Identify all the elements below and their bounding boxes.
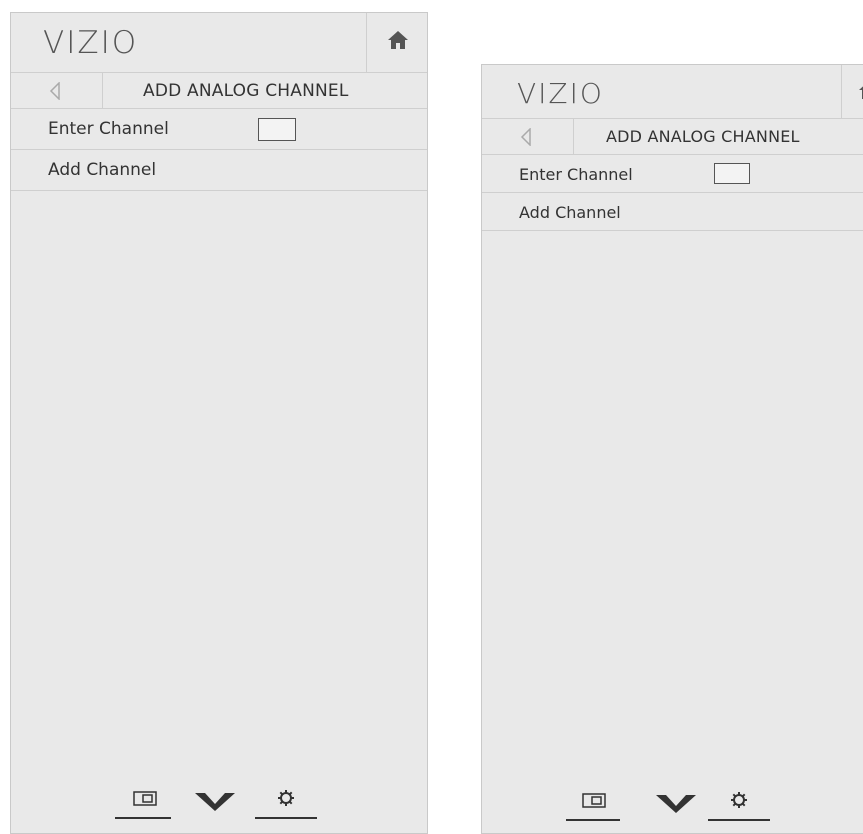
vizio-v-button[interactable] bbox=[189, 783, 241, 823]
nav-row: ADD ANALOG CHANNEL bbox=[11, 73, 427, 109]
back-button[interactable] bbox=[11, 73, 103, 108]
channel-input[interactable] bbox=[714, 163, 750, 184]
menu-item-add-channel[interactable]: Add Channel bbox=[482, 193, 863, 231]
home-icon bbox=[859, 86, 863, 99]
back-button[interactable] bbox=[482, 119, 574, 154]
menu-header: VIZIO bbox=[11, 13, 427, 73]
vizio-v-icon bbox=[195, 793, 235, 811]
enter-channel-label: Enter Channel bbox=[48, 119, 169, 139]
back-arrow-icon bbox=[520, 128, 531, 146]
home-button[interactable] bbox=[841, 65, 863, 118]
tv-menu-panel-left: VIZIO ADD ANALOG CHANNEL Enter Channel A… bbox=[10, 12, 428, 834]
vizio-logo: VIZIO bbox=[517, 77, 604, 110]
enter-channel-label: Enter Channel bbox=[519, 165, 633, 184]
nav-row: ADD ANALOG CHANNEL bbox=[482, 119, 863, 155]
page-title: ADD ANALOG CHANNEL bbox=[606, 127, 800, 146]
vizio-logo: VIZIO bbox=[43, 25, 139, 61]
input-button[interactable] bbox=[566, 785, 620, 825]
add-channel-label: Add Channel bbox=[48, 160, 157, 180]
settings-button[interactable] bbox=[255, 783, 317, 823]
vizio-v-icon bbox=[656, 795, 696, 813]
bottom-toolbar bbox=[482, 785, 863, 825]
back-arrow-icon bbox=[49, 82, 60, 100]
menu-item-add-channel[interactable]: Add Channel bbox=[11, 150, 427, 191]
bottom-toolbar bbox=[11, 783, 427, 823]
gear-icon bbox=[731, 792, 747, 808]
home-button[interactable] bbox=[366, 13, 427, 72]
gear-icon bbox=[278, 790, 294, 806]
input-icon bbox=[582, 793, 606, 808]
menu-header: VIZIO bbox=[482, 65, 863, 119]
menu-item-enter-channel[interactable]: Enter Channel bbox=[482, 155, 863, 193]
page-title: ADD ANALOG CHANNEL bbox=[143, 81, 349, 101]
vizio-v-button[interactable] bbox=[650, 785, 702, 825]
channel-input[interactable] bbox=[258, 118, 296, 141]
input-button[interactable] bbox=[115, 783, 171, 823]
input-icon bbox=[133, 791, 157, 806]
menu-item-enter-channel[interactable]: Enter Channel bbox=[11, 109, 427, 150]
settings-button[interactable] bbox=[708, 785, 770, 825]
add-channel-label: Add Channel bbox=[519, 203, 621, 222]
tv-menu-panel-right: VIZIO ADD ANALOG CHANNEL Enter Channel A… bbox=[481, 64, 863, 834]
home-icon bbox=[388, 31, 408, 49]
